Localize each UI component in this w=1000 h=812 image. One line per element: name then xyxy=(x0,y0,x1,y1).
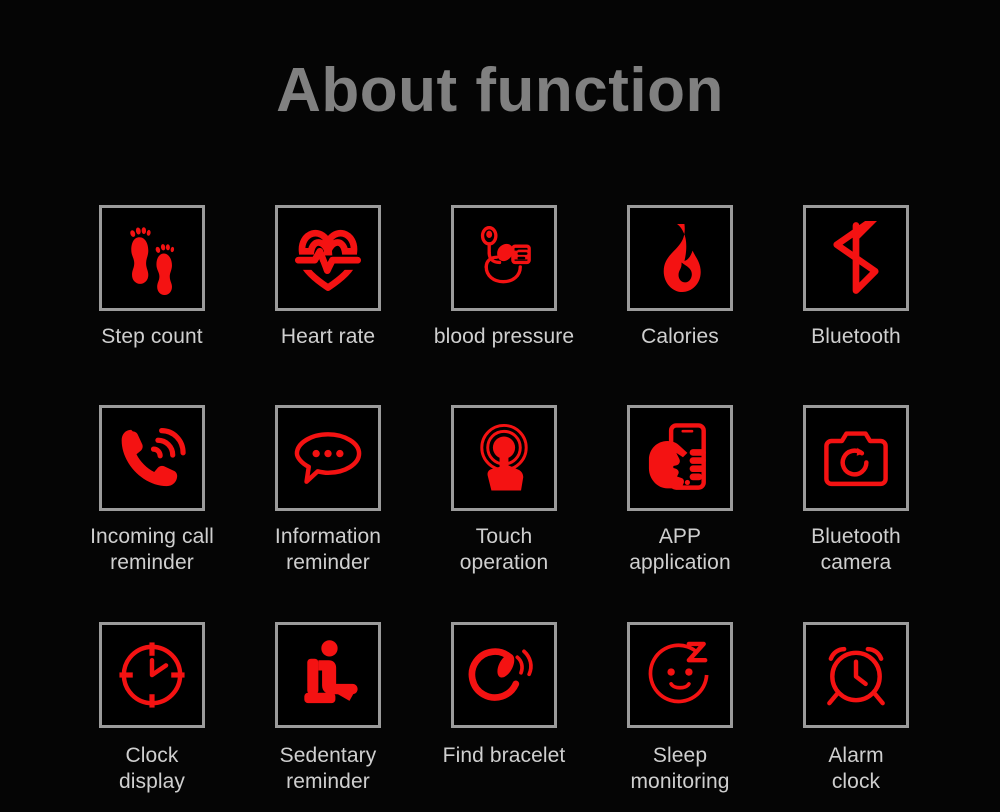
function-item-label: Find bracelet xyxy=(442,744,566,767)
ringing-phone-icon xyxy=(115,421,189,495)
heart-pulse-icon xyxy=(291,221,365,295)
function-item-heart-rate[interactable]: Heart rate xyxy=(240,190,416,350)
blood-pressure-monitor-icon xyxy=(467,221,541,295)
icon-frame xyxy=(451,405,557,511)
camera-icon xyxy=(819,421,893,495)
function-item-step-count[interactable]: Step count xyxy=(64,190,240,350)
function-item-blood-pressure[interactable]: blood pressure xyxy=(416,190,592,350)
icon-frame xyxy=(627,205,733,311)
function-row: Incoming call reminder Information remin… xyxy=(0,390,1000,600)
icon-frame xyxy=(803,622,909,728)
function-item-label: Step count xyxy=(101,325,203,348)
function-item-incoming-call-reminder[interactable]: Incoming call reminder xyxy=(64,390,240,576)
seated-person-icon xyxy=(291,638,365,712)
function-row: Step count Heart rate blood pressure Cal… xyxy=(0,190,1000,390)
icon-frame xyxy=(627,622,733,728)
function-item-sedentary-reminder[interactable]: Sedentary reminder xyxy=(240,600,416,795)
sleeping-face-icon xyxy=(643,638,717,712)
touch-gesture-icon xyxy=(467,421,541,495)
footprints-icon xyxy=(115,221,189,295)
function-item-find-bracelet[interactable]: Find bracelet xyxy=(416,600,592,769)
clock-icon xyxy=(115,638,189,712)
icon-frame xyxy=(99,405,205,511)
hand-holding-phone-icon xyxy=(643,421,717,495)
icon-frame xyxy=(803,405,909,511)
icon-frame xyxy=(451,205,557,311)
function-item-calories[interactable]: Calories xyxy=(592,190,768,350)
function-item-label: Clock display xyxy=(118,744,186,793)
function-item-bluetooth[interactable]: Bluetooth xyxy=(768,190,944,350)
function-item-label: Incoming call reminder xyxy=(90,525,214,574)
icon-frame xyxy=(451,622,557,728)
bracelet-signal-icon xyxy=(467,638,541,712)
function-item-label: Sedentary reminder xyxy=(279,744,377,793)
icon-frame xyxy=(627,405,733,511)
speech-bubble-icon xyxy=(291,421,365,495)
icon-frame xyxy=(99,622,205,728)
bluetooth-icon xyxy=(819,221,893,295)
icon-frame xyxy=(803,205,909,311)
function-item-bluetooth-camera[interactable]: Bluetooth camera xyxy=(768,390,944,576)
icon-frame xyxy=(99,205,205,311)
function-row: Clock display Sedentary reminder Find br… xyxy=(0,600,1000,805)
function-item-label: Alarm clock xyxy=(828,744,884,793)
page-title: About function xyxy=(276,56,724,125)
alarm-clock-icon xyxy=(819,638,893,712)
function-item-label: Bluetooth camera xyxy=(811,525,901,574)
icon-frame xyxy=(275,622,381,728)
function-item-sleep-monitoring[interactable]: Sleep monitoring xyxy=(592,600,768,795)
function-item-label: APP application xyxy=(629,525,731,574)
function-item-label: Sleep monitoring xyxy=(630,744,730,793)
function-item-label: Touch operation xyxy=(459,525,549,574)
icon-frame xyxy=(275,205,381,311)
function-item-label: Bluetooth xyxy=(811,325,901,348)
function-grid: Step count Heart rate blood pressure Cal… xyxy=(0,190,1000,805)
function-item-information-reminder[interactable]: Information reminder xyxy=(240,390,416,576)
function-item-label: Heart rate xyxy=(280,325,376,348)
icon-frame xyxy=(275,405,381,511)
about-function-page: About function Step count Heart rate blo… xyxy=(0,0,1000,812)
function-item-label: blood pressure xyxy=(433,325,575,348)
function-item-label: Calories xyxy=(641,325,719,348)
function-item-label: Information reminder xyxy=(274,525,382,574)
function-item-alarm-clock[interactable]: Alarm clock xyxy=(768,600,944,795)
function-item-touch-operation[interactable]: Touch operation xyxy=(416,390,592,576)
function-item-clock-display[interactable]: Clock display xyxy=(64,600,240,795)
function-item-app-application[interactable]: APP application xyxy=(592,390,768,576)
flame-icon xyxy=(643,221,717,295)
